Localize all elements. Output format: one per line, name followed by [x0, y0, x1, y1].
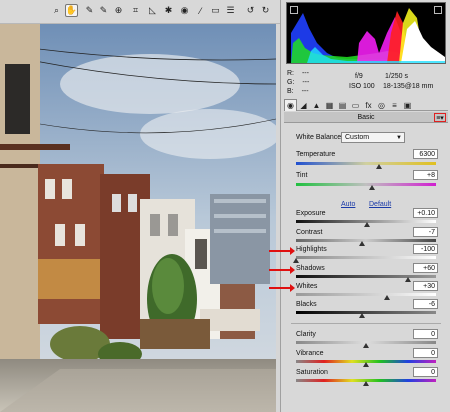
aperture: f/9: [355, 73, 363, 80]
whites-thumb[interactable]: [384, 295, 390, 300]
shadows-arrow: [269, 266, 295, 274]
contrast-track[interactable]: [296, 239, 436, 242]
gradient-icon[interactable]: ▭: [209, 4, 222, 17]
whites-label: Whites: [296, 283, 318, 290]
iso: ISO 100: [349, 83, 375, 90]
histogram: [286, 2, 446, 64]
panel-tabs: ◉ ◢ ▲ ▦ ▤ ▭ fx ◎ ≡ ▣: [284, 99, 448, 111]
readouts: R: --- G: --- B: --- f/9 1/250 s ISO 100…: [287, 70, 447, 96]
effects-icon[interactable]: fx: [362, 99, 375, 111]
contrast-thumb[interactable]: [358, 241, 365, 246]
shadow-clipping-warning-icon[interactable]: [290, 6, 298, 14]
white-balance-value: Custom: [345, 134, 370, 141]
hand-icon[interactable]: ✋: [65, 4, 78, 17]
tint-label: Tint: [296, 172, 308, 179]
vibrance-value[interactable]: 0: [413, 348, 438, 358]
g-value: ---: [302, 79, 310, 86]
toolbar: ⌕ ✋ ✎ ✎ ⊕ ⌗ ◺ ✱ ◉ ⁄ ▭ ☰ ↺ ↻: [0, 0, 280, 24]
shadows-track[interactable]: [296, 275, 436, 278]
chevron-down-icon: ▼: [396, 135, 402, 141]
contrast-label: Contrast: [296, 229, 323, 236]
target-icon[interactable]: ⊕: [112, 4, 125, 17]
temperature-track[interactable]: [296, 162, 436, 165]
detail-icon[interactable]: ▲: [310, 99, 323, 111]
split-toning-icon[interactable]: ▤: [336, 99, 349, 111]
highlights-track[interactable]: [296, 256, 436, 259]
white-balance-label: White Balance:: [296, 134, 344, 141]
shutter-speed: 1/250 s: [385, 73, 408, 80]
default-link[interactable]: Default: [369, 201, 391, 208]
shadows-thumb[interactable]: [405, 277, 411, 282]
hsl-icon[interactable]: ▦: [323, 99, 336, 111]
exposure-label: Exposure: [296, 210, 326, 217]
divider: [291, 323, 441, 324]
color-sampler-icon[interactable]: ✎: [97, 4, 110, 17]
zoom-icon[interactable]: ⌕: [50, 4, 63, 17]
image-preview[interactable]: [0, 24, 276, 412]
contrast-value[interactable]: -7: [413, 227, 438, 237]
whites-arrow: [269, 284, 295, 292]
clarity-value[interactable]: 0: [413, 329, 438, 339]
vibrance-label: Vibrance: [296, 350, 324, 357]
highlights-label: Highlights: [296, 246, 327, 253]
r-label: R:: [287, 70, 294, 77]
tone-curve-icon[interactable]: ◢: [297, 99, 310, 111]
saturation-thumb[interactable]: [363, 381, 369, 386]
basic-icon[interactable]: ◉: [284, 99, 297, 111]
blacks-value[interactable]: -6: [413, 299, 438, 309]
temperature-label: Temperature: [296, 151, 336, 158]
snapshots-icon[interactable]: ▣: [401, 99, 414, 111]
adjustments-panel: R: --- G: --- B: --- f/9 1/250 s ISO 100…: [269, 0, 450, 412]
b-value: ---: [301, 88, 309, 95]
white-balance-select[interactable]: Custom ▼: [341, 132, 405, 143]
crop-icon[interactable]: ⌗: [129, 4, 142, 17]
highlight-clipping-warning-icon[interactable]: [434, 6, 442, 14]
whites-track[interactable]: [296, 293, 436, 296]
panel-menu-icon[interactable]: ≡▾: [434, 113, 446, 122]
presets-icon[interactable]: ≡: [388, 99, 401, 111]
rotate-right-icon[interactable]: ↻: [259, 4, 272, 17]
straighten-icon[interactable]: ◺: [146, 4, 159, 17]
r-value: ---: [301, 70, 309, 77]
vibrance-thumb[interactable]: [363, 362, 369, 367]
tint-thumb[interactable]: [368, 185, 375, 190]
blacks-track[interactable]: [296, 311, 436, 314]
highlights-value[interactable]: -100: [413, 244, 438, 254]
camera-calibration-icon[interactable]: ◎: [375, 99, 388, 111]
shadows-value[interactable]: +60: [413, 263, 438, 273]
lens: 18-135@18 mm: [383, 83, 434, 90]
tint-track[interactable]: [296, 183, 436, 186]
exposure-value[interactable]: +0.10: [413, 208, 438, 218]
temperature-thumb[interactable]: [375, 164, 382, 169]
rotate-left-icon[interactable]: ↺: [244, 4, 257, 17]
brush-icon[interactable]: ⁄: [194, 4, 207, 17]
exposure-thumb[interactable]: [364, 222, 371, 227]
blacks-label: Blacks: [296, 301, 317, 308]
highlights-arrow: [269, 247, 295, 255]
panel-header: Basic ≡▾: [284, 112, 448, 123]
clarity-thumb[interactable]: [363, 343, 369, 348]
lens-corrections-icon[interactable]: ▭: [349, 99, 362, 111]
red-eye-icon[interactable]: ◉: [178, 4, 191, 17]
saturation-value[interactable]: 0: [413, 367, 438, 377]
histogram-graph: [291, 8, 445, 63]
g-label: G:: [287, 79, 295, 86]
tint-value[interactable]: +8: [413, 170, 438, 180]
spot-removal-icon[interactable]: ✱: [162, 4, 175, 17]
b-label: B:: [287, 88, 294, 95]
clarity-label: Clarity: [296, 331, 316, 338]
blacks-thumb[interactable]: [358, 313, 365, 318]
temperature-value[interactable]: 6300: [413, 149, 438, 159]
photo-canvas: [0, 24, 276, 412]
shadows-label: Shadows: [296, 265, 325, 272]
list-icon[interactable]: ☰: [224, 4, 237, 17]
saturation-label: Saturation: [296, 369, 328, 376]
highlights-thumb[interactable]: [293, 258, 299, 263]
eyedropper-icon[interactable]: ✎: [83, 4, 96, 17]
panel-title: Basic: [357, 114, 375, 121]
auto-link[interactable]: Auto: [341, 201, 355, 208]
whites-value[interactable]: +30: [413, 281, 438, 291]
